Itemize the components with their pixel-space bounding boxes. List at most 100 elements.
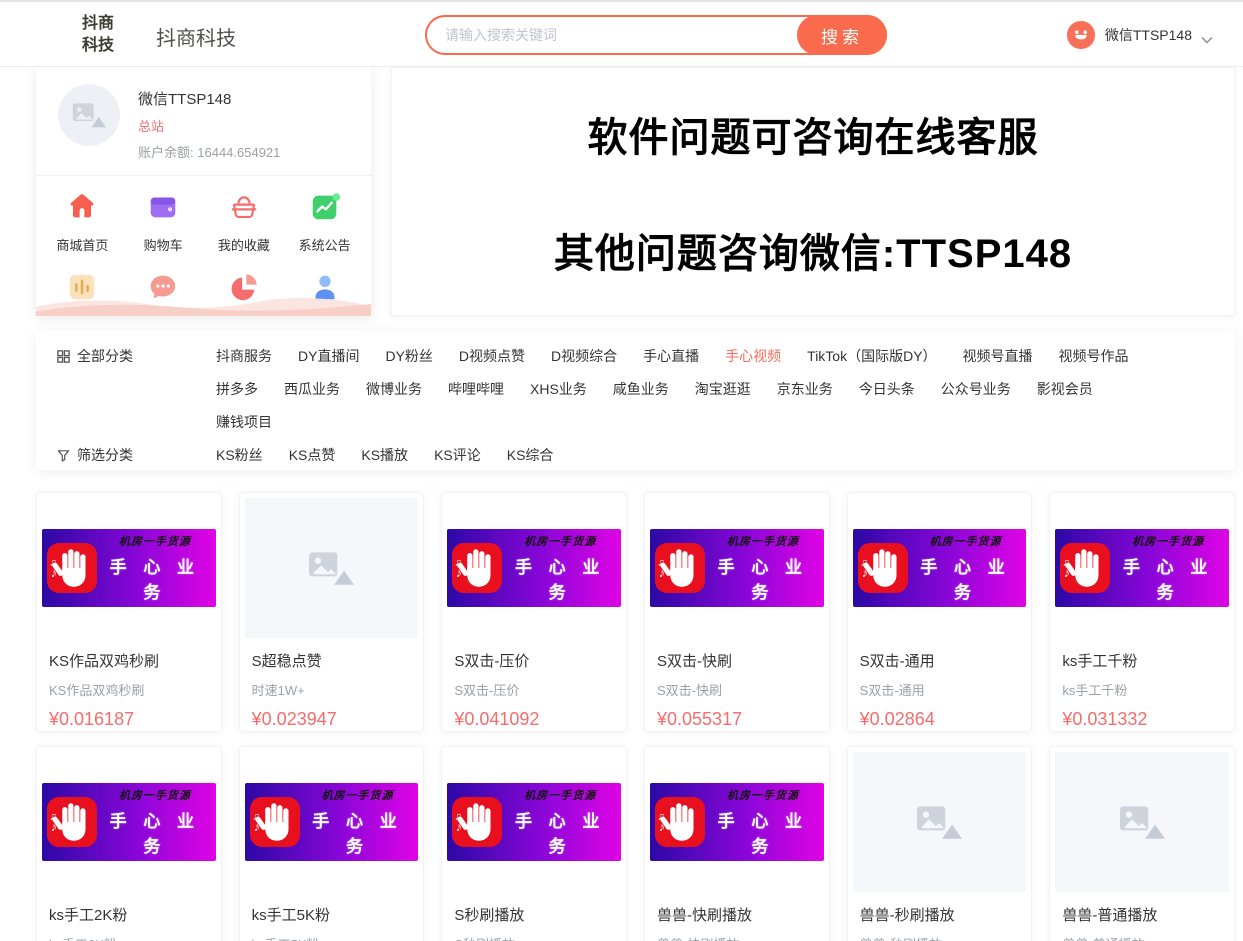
product-card[interactable]: ♫♪ 机房一手货源 手 心 业 务 ks手工2K粉 ks手工2K粉 [36, 746, 222, 941]
product-subtitle: 兽兽-快刷播放 [657, 934, 817, 941]
category-item[interactable]: 赚钱项目 [216, 412, 272, 432]
svg-text:♪: ♪ [51, 566, 57, 580]
banner-main-text: 手 心 业 务 [99, 807, 211, 857]
filter-row: KS粉丝 KS点赞 KS播放 KS评论 KS综合 [216, 445, 1215, 465]
filter-item[interactable]: KS粉丝 [216, 445, 263, 465]
product-card[interactable]: ♫♪ 机房一手货源 手 心 业 务 兽兽-普通播放 兽兽-普通播放 [1049, 746, 1235, 941]
category-item[interactable]: 微博业务 [366, 379, 422, 399]
site-name: 抖商科技 [156, 22, 236, 51]
category-item[interactable]: D视频点赞 [459, 346, 525, 366]
category-item[interactable]: DY直播间 [298, 346, 359, 366]
svg-text:♪: ♪ [861, 566, 867, 580]
category-item[interactable]: TikTok（国际版DY） [807, 346, 936, 366]
filter-item[interactable]: KS播放 [361, 445, 408, 465]
product-card[interactable]: ♫♪ 机房一手货源 手 心 业 务 兽兽-快刷播放 兽兽-快刷播放 [644, 746, 830, 941]
category-item[interactable]: 西瓜业务 [284, 379, 340, 399]
category-item[interactable]: D视频综合 [551, 346, 617, 366]
hand-logo-icon: ♫♪ [250, 797, 300, 847]
product-image: ♫♪ 机房一手货源 手 心 业 务 [37, 493, 221, 643]
banner-badge-text: 机房一手货源 [707, 787, 819, 803]
product-title: 兽兽-快刷播放 [657, 904, 817, 925]
account-balance: 账户余额: 16444.654921 [138, 142, 280, 161]
product-title: ks手工5K粉 [252, 904, 412, 925]
product-title: S双击-通用 [860, 650, 1020, 671]
category-row-1: 抖商服务 DY直播间 DY粉丝 D视频点赞 D视频综合 手心直播 手心视频 Ti… [216, 346, 1215, 366]
all-categories-label: 全部分类 [56, 346, 216, 366]
filter-item[interactable]: KS评论 [434, 445, 481, 465]
product-card[interactable]: ♫♪ 机房一手货源 手 心 业 务 ks手工5K粉 ks手工5K粉 [239, 746, 425, 941]
category-item[interactable]: 京东业务 [777, 379, 833, 399]
category-item[interactable]: 淘宝逛逛 [695, 379, 751, 399]
category-item[interactable]: XHS业务 [530, 379, 587, 399]
product-card[interactable]: ♫♪ 机房一手货源 手 心 业 务 S双击-压价 S双击-压价 ¥0.04109… [441, 492, 627, 732]
menu-item-announcements[interactable]: 系统公告 [284, 190, 365, 254]
category-item[interactable]: 哔哩哔哩 [448, 379, 504, 399]
banner-main-text: 手 心 业 务 [910, 553, 1022, 603]
svg-text:♪: ♪ [456, 566, 462, 580]
product-price: ¥0.02864 [860, 709, 1020, 730]
svg-text:♪: ♪ [659, 820, 665, 834]
hand-logo-icon: ♫♪ [655, 543, 705, 593]
category-item[interactable]: 咸鱼业务 [613, 379, 669, 399]
hand-logo-icon: ♫♪ [1060, 543, 1110, 593]
banner-badge-text: 机房一手货源 [707, 533, 819, 549]
product-subtitle: S双击-快刷 [657, 680, 817, 699]
category-item[interactable]: 拼多多 [216, 379, 258, 399]
banner-badge-text: 机房一手货源 [302, 787, 414, 803]
banner-badge-text: 机房一手货源 [99, 533, 211, 549]
product-banner-image: ♫♪ 机房一手货源 手 心 业 务 [42, 529, 216, 607]
svg-text:♪: ♪ [659, 566, 665, 580]
user-menu[interactable]: 微信TTSP148 [1066, 20, 1213, 50]
category-row-3: 赚钱项目 [216, 412, 1215, 432]
category-item[interactable]: 抖商服务 [216, 346, 272, 366]
product-card[interactable]: ♫♪ 机房一手货源 手 心 业 务 ks手工千粉 ks手工千粉 ¥0.03133… [1049, 492, 1235, 732]
product-card[interactable]: ♫♪ 机房一手货源 手 心 业 务 S双击-通用 S双击-通用 ¥0.02864 [847, 492, 1033, 732]
product-subtitle: ks手工5K粉 [252, 934, 412, 941]
balance-label: 账户余额: [138, 145, 194, 160]
banner-badge-text: 机房一手货源 [1112, 533, 1224, 549]
product-image: ♫♪ 机房一手货源 手 心 业 务 [1050, 493, 1234, 643]
product-card[interactable]: ♫♪ 机房一手货源 手 心 业 务 S超稳点赞 时速1W+ ¥0.023947 [239, 492, 425, 732]
product-title: ks手工千粉 [1062, 650, 1222, 671]
product-subtitle: KS作品双鸡秒刷 [49, 680, 209, 699]
hand-logo-icon: ♫♪ [858, 543, 908, 593]
menu-label: 我的收藏 [204, 235, 285, 254]
product-banner-image: ♫♪ 机房一手货源 手 心 业 务 [853, 529, 1027, 607]
svg-text:♪: ♪ [51, 820, 57, 834]
category-item[interactable]: 公众号业务 [941, 379, 1011, 399]
menu-label: 商城首页 [42, 235, 123, 254]
product-card[interactable]: ♫♪ 机房一手货源 手 心 业 务 兽兽-秒刷播放 兽兽-秒刷播放 [847, 746, 1033, 941]
menu-item-favorites[interactable]: 我的收藏 [204, 190, 285, 254]
banner-badge-text: 机房一手货源 [504, 533, 616, 549]
category-item[interactable]: 影视会员 [1037, 379, 1093, 399]
filter-item[interactable]: KS综合 [507, 445, 554, 465]
category-item[interactable]: 视频号作品 [1059, 346, 1129, 366]
image-placeholder-icon [1055, 752, 1229, 892]
filter-item[interactable]: KS点赞 [289, 445, 336, 465]
product-card[interactable]: ♫♪ 机房一手货源 手 心 业 务 KS作品双鸡秒刷 KS作品双鸡秒刷 ¥0.0… [36, 492, 222, 732]
filter-categories-text: 筛选分类 [77, 445, 133, 465]
category-item[interactable]: 手心直播 [643, 346, 699, 366]
product-subtitle: ks手工千粉 [1062, 680, 1222, 699]
grid-icon [56, 349, 71, 364]
product-card[interactable]: ♫♪ 机房一手货源 手 心 业 务 S秒刷播放 S秒刷播放 [441, 746, 627, 941]
category-item-active[interactable]: 手心视频 [725, 346, 781, 366]
balance-value: 16444.654921 [197, 145, 280, 160]
product-card[interactable]: ♫♪ 机房一手货源 手 心 业 务 S双击-快刷 S双击-快刷 ¥0.05531… [644, 492, 830, 732]
filter-categories-label: 筛选分类 [56, 445, 216, 465]
category-item[interactable]: DY粉丝 [385, 346, 432, 366]
image-placeholder-icon [853, 752, 1027, 892]
category-item[interactable]: 今日头条 [859, 379, 915, 399]
menu-item-cart[interactable]: 购物车 [123, 190, 204, 254]
banner-main-text: 手 心 业 务 [707, 807, 819, 857]
search-button[interactable]: 搜索 [797, 15, 887, 55]
user-summary: 微信TTSP148 总站 账户余额: 16444.654921 [36, 67, 371, 176]
page: 抖商 科技 抖商科技 搜索 微信TTSP148 [0, 0, 1243, 941]
category-item[interactable]: 视频号直播 [963, 346, 1033, 366]
menu-item-mall-home[interactable]: 商城首页 [42, 190, 123, 254]
funnel-icon [56, 448, 71, 463]
product-subtitle: ks手工2K粉 [49, 934, 209, 941]
product-banner-image: ♫♪ 机房一手货源 手 心 业 务 [42, 783, 216, 861]
product-title: S双击-压价 [454, 650, 614, 671]
product-banner-image: ♫♪ 机房一手货源 手 心 业 务 [447, 783, 621, 861]
